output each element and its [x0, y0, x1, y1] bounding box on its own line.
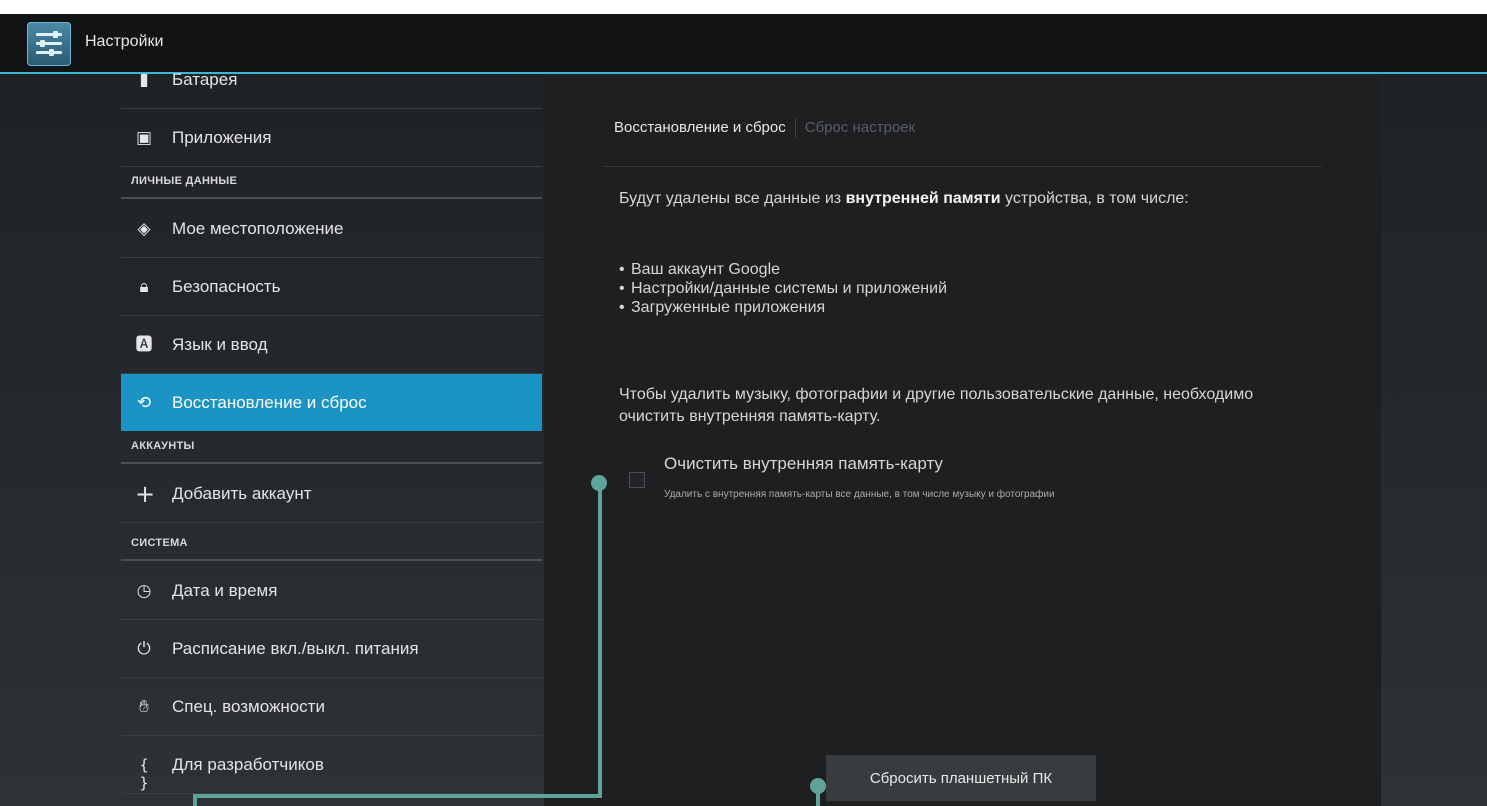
sidebar-item-add-account[interactable]: + Добавить аккаунт: [121, 465, 542, 523]
sidebar-item-battery[interactable]: ▮ Батарея: [121, 52, 542, 109]
callout-line: [816, 786, 820, 806]
app-title: Настройки: [85, 33, 164, 50]
location-icon: ◈: [137, 218, 151, 239]
sidebar-item-label: Мое местоположение: [172, 218, 344, 238]
sidebar-item-location[interactable]: ◈ Мое местоположение: [121, 200, 542, 258]
sidebar-item-label: Язык и ввод: [172, 334, 268, 354]
callout-line: [193, 794, 197, 806]
erase-storage-title[interactable]: Очистить внутренняя память-карту: [664, 454, 943, 474]
warning-text-part: Будут удалены все данные из: [619, 190, 846, 207]
breadcrumb: Восстановление и сброс Сброс настроек: [614, 118, 915, 138]
language-icon: 🅰︎: [135, 334, 153, 355]
breadcrumb-divider: [794, 118, 796, 138]
plus-icon: +: [135, 479, 156, 508]
section-header-accounts: АККАУНТЫ: [121, 432, 542, 464]
sidebar-item-date-time[interactable]: ◷ Дата и время: [121, 562, 542, 620]
erase-storage-checkbox[interactable]: [629, 472, 645, 488]
warning-text-bold: внутренней памяти: [845, 190, 1001, 207]
hand-icon: ✋︎: [139, 696, 149, 717]
settings-sidebar: ▮ Батарея ▣ Приложения ЛИЧНЫЕ ДАННЫЕ ◈ М…: [121, 70, 542, 806]
braces-icon: { }: [139, 755, 149, 792]
sidebar-item-power-schedule[interactable]: ⏻ Расписание вкл./выкл. питания: [121, 620, 542, 678]
data-list: Ваш аккаунт Google Настройки/данные сист…: [619, 260, 947, 317]
divider: [604, 166, 1322, 167]
sidebar-item-label: Приложения: [172, 127, 272, 147]
sidebar-item-label: Спец. возможности: [172, 696, 325, 716]
sidebar-item-label: Безопасность: [172, 276, 281, 296]
sidebar-item-label: Для разработчиков: [172, 754, 324, 774]
reset-detail-panel: Восстановление и сброс Сброс настроек Буд…: [544, 78, 1381, 806]
list-item: Загруженные приложения: [619, 298, 947, 317]
power-schedule-icon: ⏻: [137, 638, 151, 659]
section-title: ЛИЧНЫЕ ДАННЫЕ: [131, 175, 238, 187]
sidebar-item-language[interactable]: 🅰︎ Язык и ввод: [121, 316, 542, 374]
callout-line: [193, 794, 602, 798]
section-title: АККАУНТЫ: [131, 440, 195, 452]
breadcrumb-current[interactable]: Восстановление и сброс: [614, 119, 786, 136]
warning-text: Будут удалены все данные из внутренней п…: [619, 188, 1309, 210]
sidebar-item-label: Дата и время: [172, 580, 278, 600]
sidebar-item-security[interactable]: 🔒︎ Безопасность: [121, 258, 542, 316]
sidebar-item-label: Батарея: [172, 70, 238, 89]
breadcrumb-sub: Сброс настроек: [804, 118, 916, 136]
erase-storage-description: Удалить с внутренняя память-карты все да…: [664, 489, 1055, 500]
sidebar-item-label: Добавить аккаунт: [172, 483, 312, 503]
reset-tablet-button[interactable]: Сбросить планшетный ПК: [826, 755, 1096, 801]
sidebar-item-label: Расписание вкл./выкл. питания: [172, 638, 419, 658]
sidebar-item-developer[interactable]: { } Для разработчиков: [121, 736, 542, 794]
section-header-system: СИСТЕМА: [121, 529, 542, 561]
list-item: Настройки/данные системы и приложений: [619, 279, 947, 298]
lock-icon: 🔒︎: [139, 276, 149, 297]
android-settings-screen: Настройки ▮ Батарея ▣ Приложения ЛИЧНЫЕ …: [0, 14, 1487, 806]
clock-icon: ◷: [136, 580, 152, 601]
callout-line: [598, 483, 602, 798]
sd-card-note: Чтобы удалить музыку, фотографии и други…: [619, 386, 1254, 425]
sidebar-item-label: Восстановление и сброс: [172, 392, 367, 412]
section-title: СИСТЕМА: [131, 537, 188, 549]
sidebar-item-backup-reset[interactable]: ⟲ Восстановление и сброс: [121, 374, 542, 431]
battery-icon: ▮: [139, 70, 149, 90]
list-item: Ваш аккаунт Google: [619, 260, 947, 279]
section-header-personal: ЛИЧНЫЕ ДАННЫЕ: [121, 167, 542, 199]
settings-icon[interactable]: [27, 22, 71, 66]
restore-icon: ⟲: [136, 392, 152, 413]
sidebar-item-accessibility[interactable]: ✋︎ Спец. возможности: [121, 678, 542, 736]
sidebar-item-apps[interactable]: ▣ Приложения: [121, 109, 542, 167]
apps-icon: ▣: [135, 127, 153, 148]
warning-text-part: устройства, в том числе:: [1000, 190, 1189, 207]
